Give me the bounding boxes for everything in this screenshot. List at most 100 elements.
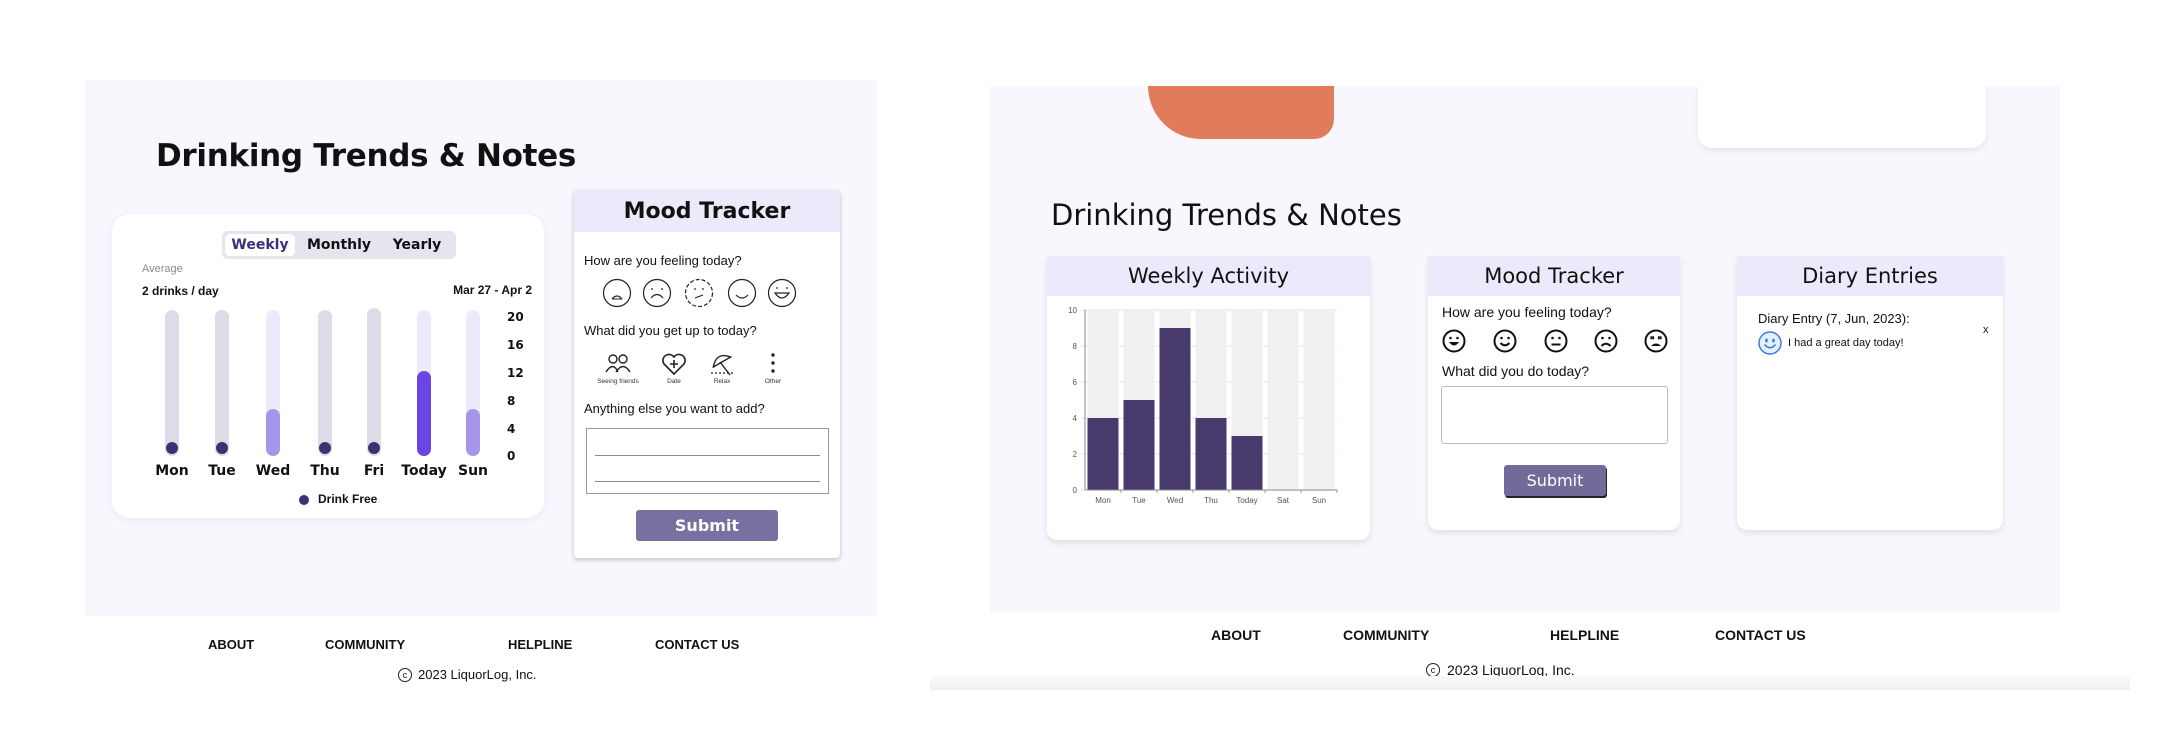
period-toggle: Weekly Monthly Yearly [222, 231, 456, 259]
mood-tracker-title: Mood Tracker [1428, 256, 1680, 296]
partial-card [1698, 86, 1986, 148]
drink-free-dot [216, 442, 228, 454]
more-vertical-icon[interactable] [759, 350, 787, 378]
happy-face-icon[interactable] [727, 278, 757, 308]
tab-monthly[interactable]: Monthly [300, 234, 378, 256]
notes-question: Anything else you want to add? [584, 401, 765, 416]
very-happy-face-icon[interactable] [767, 278, 797, 308]
copyright: c 2023 LiquorLog, Inc. [398, 667, 537, 682]
x-tick-label: Thu [1204, 496, 1218, 505]
day-track [417, 310, 431, 456]
friends-icon[interactable] [604, 350, 632, 378]
bar [1231, 436, 1263, 490]
y-tick-label: 4 [1073, 414, 1078, 423]
mood-tracker-card: Mood Tracker How are you feeling today? … [574, 190, 840, 558]
day-fill [466, 408, 480, 456]
bar [1159, 328, 1191, 490]
y-tick-label: 0 [507, 449, 516, 463]
very-happy-face-icon[interactable] [1442, 329, 1466, 353]
y-tick-label: 10 [1068, 306, 1077, 315]
copyright-text: 2023 LiquorLog, Inc. [418, 667, 537, 682]
bar [1087, 418, 1119, 490]
copyright-icon: c [398, 667, 412, 682]
activity-question: What did you do today? [1442, 363, 1590, 379]
happy-face-icon[interactable] [1493, 329, 1517, 353]
very-sad-face-icon[interactable] [1644, 329, 1668, 353]
day-track [165, 310, 179, 456]
notes-line [595, 481, 820, 482]
x-tick-label: Mon [1095, 496, 1111, 505]
smiley-emoji-icon [1758, 331, 1782, 355]
notes-textarea[interactable] [586, 428, 829, 494]
feeling-question: How are you feeling today? [584, 253, 742, 268]
average-label: Average [142, 263, 183, 275]
day-fill [266, 408, 280, 456]
x-tick-label: Sat [1277, 496, 1290, 505]
footer-link-about[interactable]: ABOUT [208, 637, 254, 652]
activity-question: What did you get up to today? [584, 323, 757, 338]
drink-free-dot [319, 442, 331, 454]
drink-free-dot [368, 442, 380, 454]
activity-label: Date [667, 378, 681, 385]
bar [1195, 418, 1227, 490]
diary-entries-card: Diary Entries Diary Entry (7, Jun, 2023)… [1737, 256, 2003, 530]
weekly-activity-title: Weekly Activity [1047, 256, 1370, 296]
confused-face-icon[interactable] [684, 278, 714, 308]
footer-link-about[interactable]: ABOUT [1211, 627, 1261, 643]
diary-entry-text: I had a great day today! [1788, 337, 1904, 349]
x-tick-label: Sun [1312, 496, 1326, 505]
sad-face-icon[interactable] [1594, 329, 1618, 353]
legend-label: Drink Free [318, 492, 378, 506]
footer-link-community[interactable]: COMMUNITY [325, 637, 405, 652]
footer-link-helpline[interactable]: HELPLINE [508, 637, 572, 652]
y-tick-label: 6 [1073, 378, 1078, 387]
activity-textarea[interactable] [1441, 386, 1668, 444]
diary-entries-title: Diary Entries [1737, 256, 2003, 296]
footer-link-community[interactable]: COMMUNITY [1343, 627, 1429, 643]
weekly-activity-card: Weekly Activity 0 2 4 6 8 10 Mon Tue Wed Thu Today… [1047, 256, 1370, 540]
day-track [215, 310, 229, 456]
tab-weekly[interactable]: Weekly [225, 234, 295, 256]
heart-plus-icon[interactable] [660, 350, 688, 378]
tab-yearly[interactable]: Yearly [380, 234, 454, 256]
day-track [466, 310, 480, 456]
page-title: Drinking Trends & Notes [156, 138, 577, 174]
copyright-icon: c [1426, 663, 1440, 677]
bar-track [1303, 310, 1335, 490]
x-tick-label: Wed [1167, 496, 1183, 505]
trend-card: Weekly Monthly Yearly Average 2 drinks /… [112, 214, 544, 518]
day-label: Wed [255, 463, 291, 479]
weekly-activity-chart: 0 2 4 6 8 10 Mon Tue Wed Thu Today Sat Sun [1068, 306, 1338, 505]
date-range[interactable]: Mar 27 - Apr 2 [453, 283, 532, 297]
y-tick-label: 8 [1073, 342, 1078, 351]
decorative-blob [1148, 86, 1334, 139]
mood-tracker-title: Mood Tracker [574, 190, 840, 232]
notes-line [595, 455, 820, 456]
bottom-shadow [930, 676, 2130, 690]
submit-button[interactable]: Submit [1504, 465, 1606, 496]
neutral-face-icon[interactable] [1544, 329, 1568, 353]
sad-face-icon[interactable] [642, 278, 672, 308]
submit-button[interactable]: Submit [636, 510, 778, 541]
footer-link-contact[interactable]: CONTACT US [1715, 627, 1806, 643]
activity-label: Other [764, 378, 782, 385]
feeling-question: How are you feeling today? [1442, 304, 1612, 320]
footer-link-contact[interactable]: CONTACT US [655, 637, 739, 652]
x-tick-label: Tue [1132, 496, 1146, 505]
average-value: 2 drinks / day [142, 284, 219, 298]
very-sad-face-icon[interactable] [602, 278, 632, 308]
drink-free-dot [166, 442, 178, 454]
activity-label: Relax [713, 378, 731, 385]
diary-entry-title: Diary Entry (7, Jun, 2023): [1758, 311, 1910, 326]
mood-tracker-card: Mood Tracker How are you feeling today? … [1428, 256, 1680, 530]
y-tick-label: 16 [507, 338, 524, 352]
y-tick-label: 2 [1073, 450, 1078, 459]
y-tick-label: 4 [507, 422, 516, 436]
y-tick-label: 12 [507, 366, 524, 380]
bar-track [1267, 310, 1299, 490]
y-tick-label: 8 [507, 394, 516, 408]
day-track [318, 310, 332, 456]
beach-umbrella-icon[interactable] [708, 350, 736, 378]
footer-link-helpline[interactable]: HELPLINE [1550, 627, 1619, 643]
delete-entry-button[interactable]: x [1983, 324, 1989, 336]
